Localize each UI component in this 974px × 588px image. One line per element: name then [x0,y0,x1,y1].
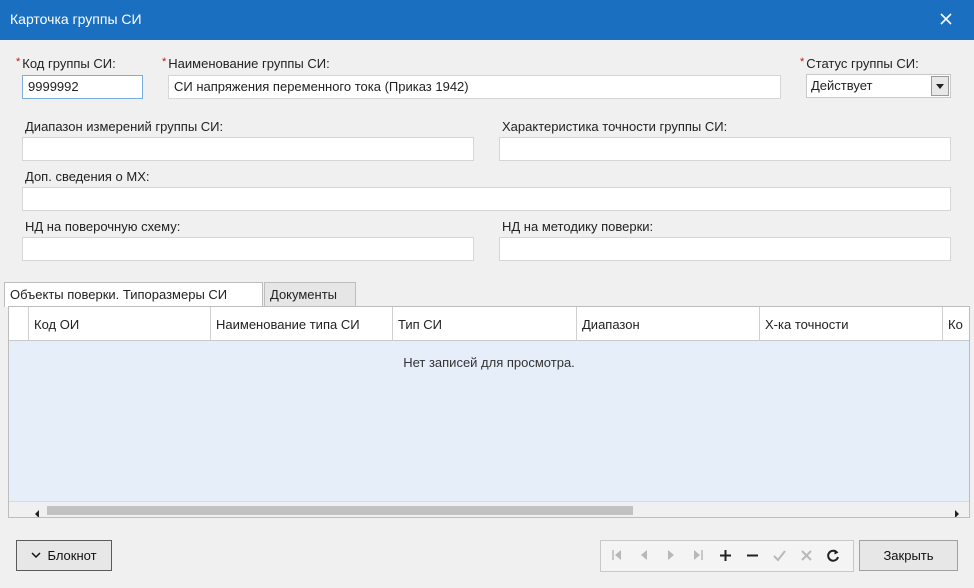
scroll-left-icon[interactable] [33,506,41,517]
last-record-icon[interactable] [687,545,709,567]
records-grid: Код ОИ Наименование типа СИ Тип СИ Диапа… [8,306,970,518]
notepad-label: Блокнот [47,548,97,563]
status-label: * Статус группы СИ: [800,56,919,71]
column-header-range[interactable]: Диапазон [577,307,760,341]
scroll-right-icon[interactable] [953,506,961,517]
column-header-type-name[interactable]: Наименование типа СИ [211,307,393,341]
add-record-icon[interactable] [714,545,736,567]
delete-record-icon[interactable] [741,545,763,567]
column-header-code[interactable]: Код ОИ [29,307,211,341]
name-label-text: Наименование группы СИ: [168,56,330,71]
extra-label: Доп. сведения о МХ: [25,169,150,184]
name-label: * Наименование группы СИ: [162,56,330,71]
close-icon[interactable] [936,9,956,29]
tab-objects[interactable]: Объекты поверки. Типоразмеры СИ [4,282,263,307]
title-bar: Карточка группы СИ [0,0,974,40]
scrollbar-thumb[interactable] [47,506,633,515]
refresh-icon[interactable] [822,545,844,567]
empty-message: Нет записей для просмотра. [403,355,575,370]
column-header-more[interactable]: Ко [943,307,969,341]
accuracy-input[interactable] [499,137,951,161]
window-title: Карточка группы СИ [10,11,142,27]
horizontal-scrollbar[interactable] [9,501,969,517]
column-header-type[interactable]: Тип СИ [393,307,577,341]
status-value: Действует [811,78,873,93]
nd-method-input[interactable] [499,237,951,261]
prev-record-icon[interactable] [633,545,655,567]
tab-documents[interactable]: Документы [264,282,356,306]
grid-row-selector-header [9,307,29,341]
record-navigator [600,540,854,572]
status-label-text: Статус группы СИ: [806,56,919,71]
notepad-button[interactable]: Блокнот [16,540,112,571]
required-mark: * [16,56,21,68]
grid-header: Код ОИ Наименование типа СИ Тип СИ Диапа… [9,307,969,341]
code-label: * Код группы СИ: [16,56,116,71]
close-button[interactable]: Закрыть [859,540,958,571]
range-input[interactable] [22,137,474,161]
status-select[interactable]: Действует [806,74,951,98]
code-input[interactable]: 9999992 [22,75,143,99]
accuracy-label: Характеристика точности группы СИ: [502,119,728,134]
name-input[interactable]: СИ напряжения переменного тока (Приказ 1… [168,75,781,99]
required-mark: * [800,56,805,68]
next-record-icon[interactable] [660,545,682,567]
code-label-text: Код группы СИ: [22,56,116,71]
nd-scheme-input[interactable] [22,237,474,261]
required-mark: * [162,56,167,68]
extra-input[interactable] [22,187,951,211]
chevron-down-icon [31,552,41,559]
nd-scheme-label: НД на поверочную схему: [25,219,181,234]
cancel-edit-icon[interactable] [795,545,817,567]
column-header-accuracy[interactable]: Х-ка точности [760,307,943,341]
nd-method-label: НД на методику поверки: [502,219,654,234]
chevron-down-icon[interactable] [931,76,949,96]
first-record-icon[interactable] [606,545,628,567]
range-label: Диапазон измерений группы СИ: [25,119,224,134]
confirm-icon[interactable] [768,545,790,567]
